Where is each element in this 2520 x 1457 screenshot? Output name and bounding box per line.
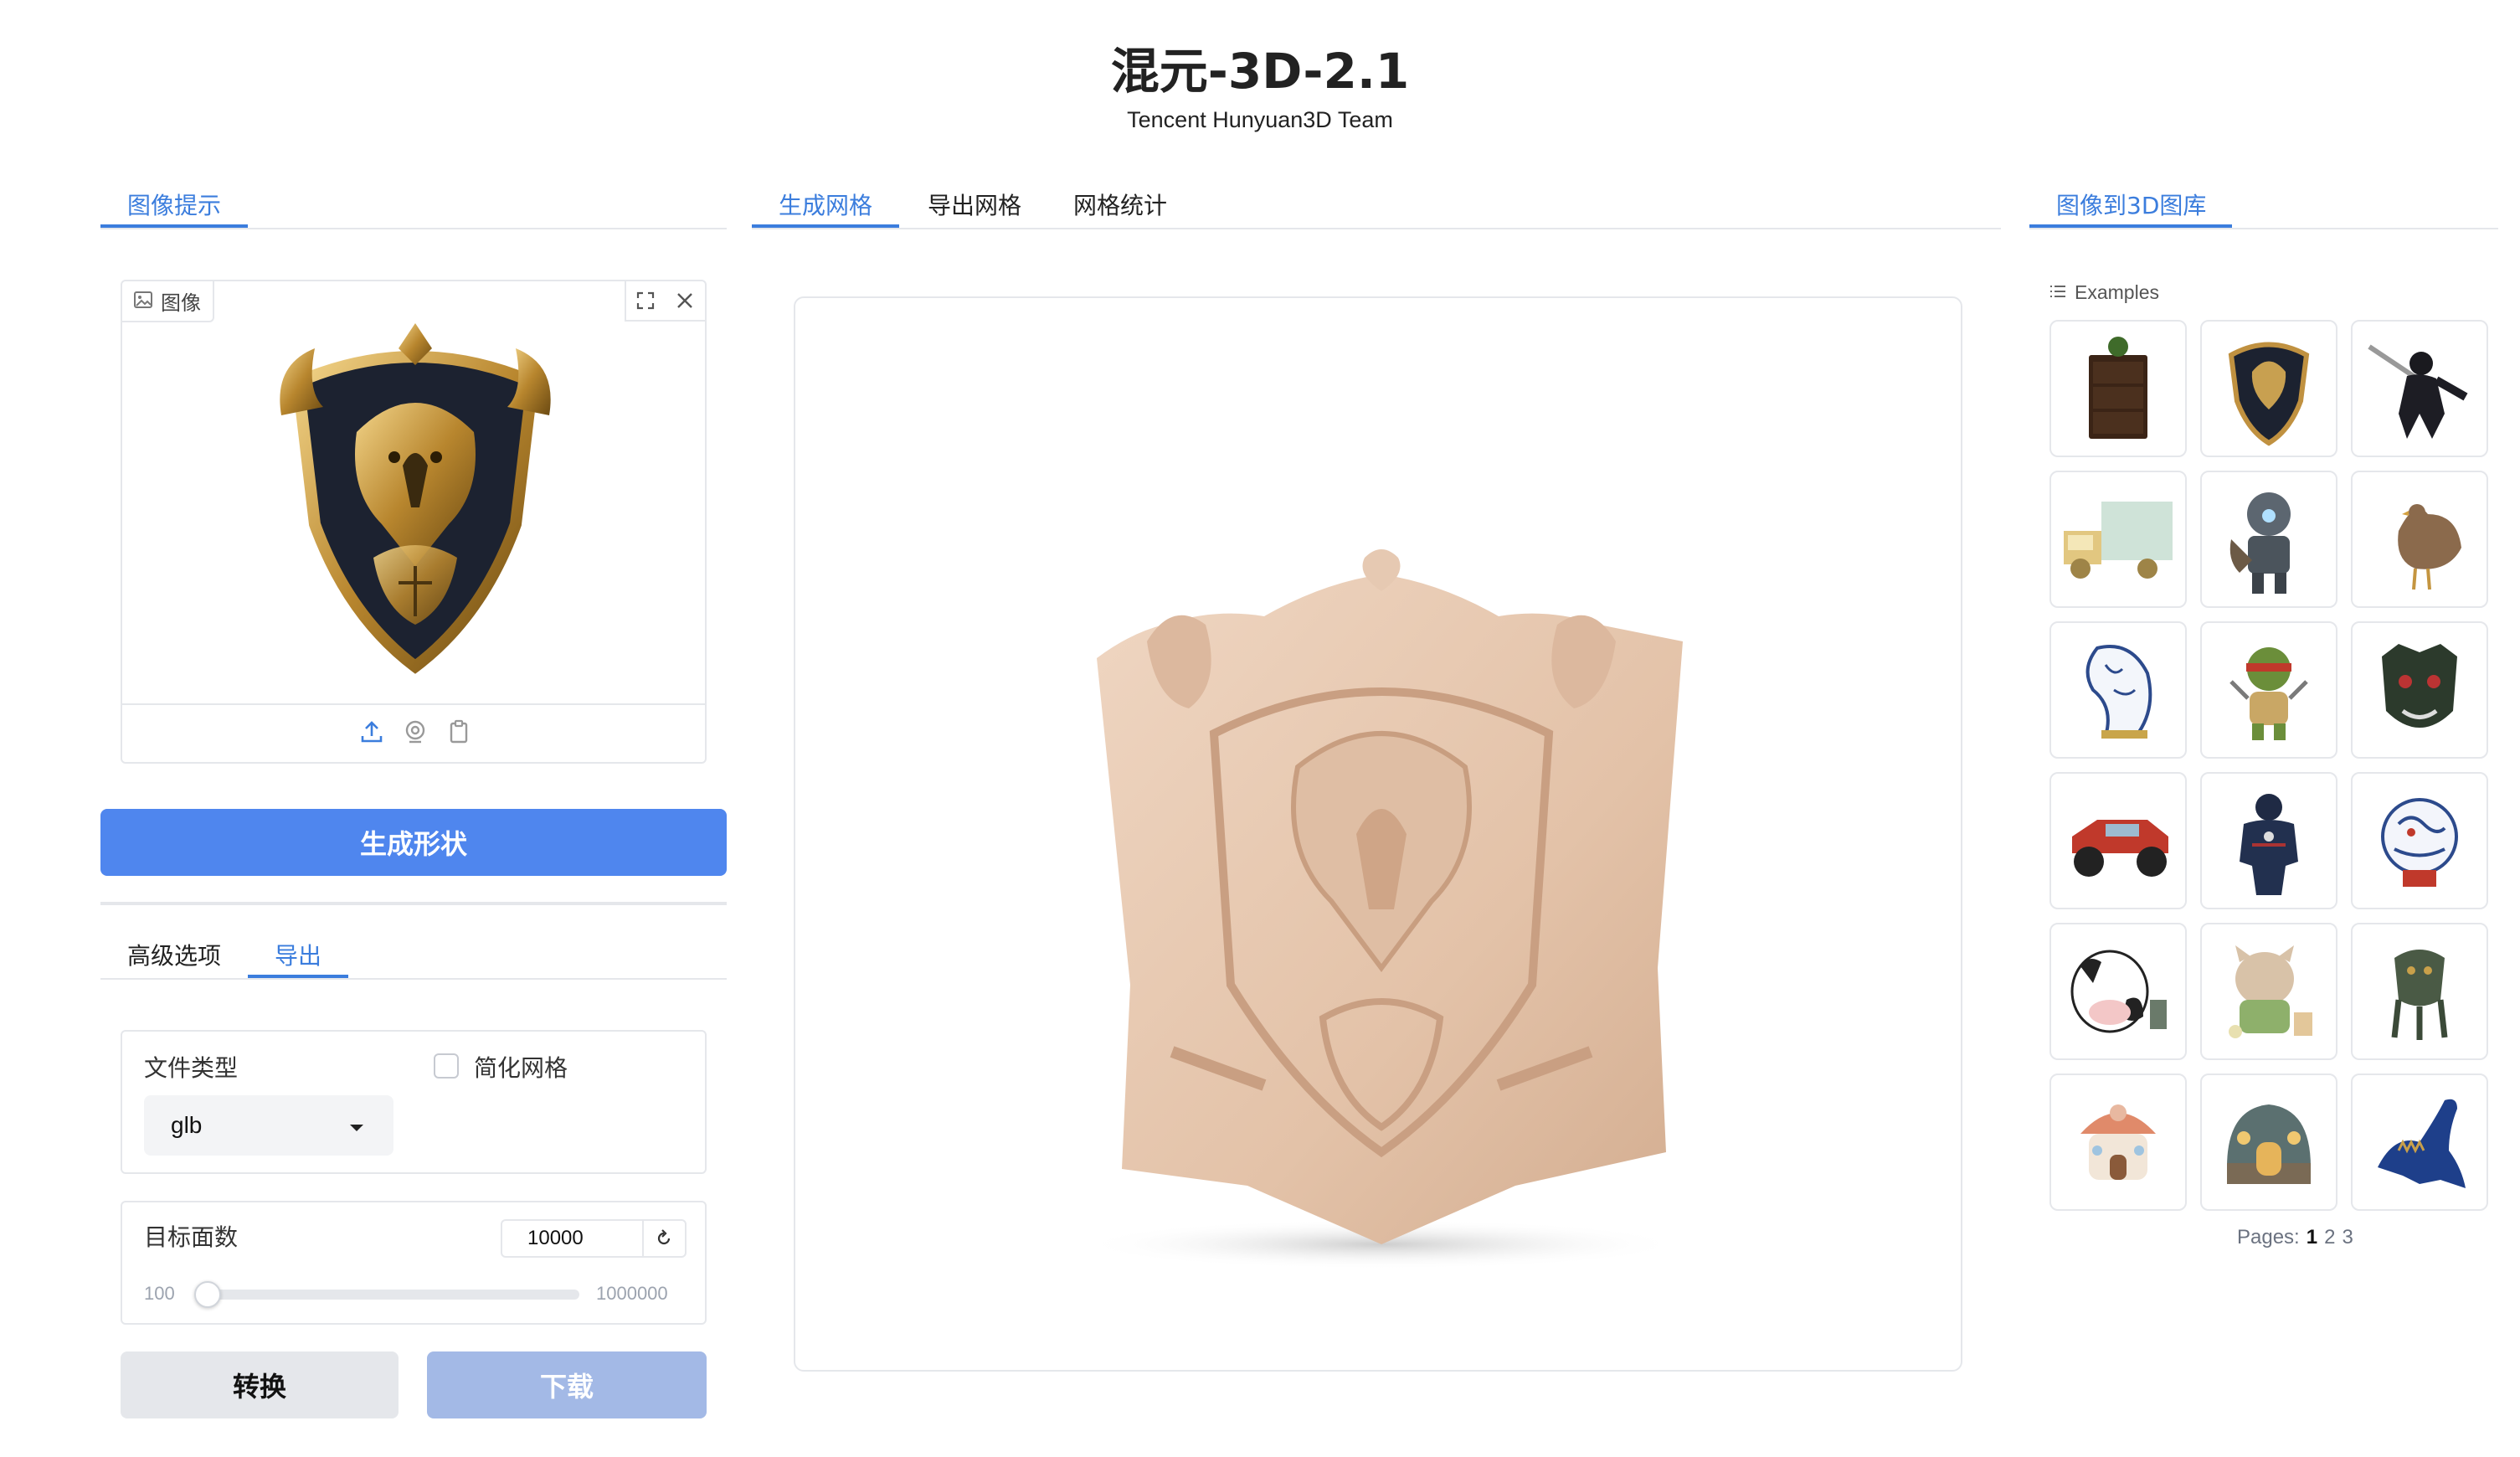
clipboard-icon[interactable] <box>442 715 476 749</box>
gallery-item-armored-robot[interactable] <box>2200 471 2337 608</box>
image-upload-box[interactable]: 图像 <box>121 280 707 764</box>
fullscreen-icon[interactable] <box>625 281 665 322</box>
examples-header: Examples <box>2049 281 2159 304</box>
model-viewer[interactable] <box>794 296 1962 1372</box>
gallery-item-ninja-turtle[interactable] <box>2200 621 2337 759</box>
slider-thumb[interactable] <box>194 1281 221 1308</box>
gallery-item-golden-truck[interactable] <box>2049 471 2187 608</box>
target-faces-input[interactable]: 10000 <box>501 1219 687 1258</box>
uploaded-image <box>265 315 566 675</box>
examples-label: Examples <box>2075 281 2159 303</box>
tab-generated-mesh[interactable]: 生成网格 <box>779 188 872 221</box>
list-icon <box>2049 281 2066 304</box>
tab-image-prompt[interactable]: 图像提示 <box>127 188 221 221</box>
gallery-item-porcelain-horse-head[interactable] <box>2049 621 2187 759</box>
simplify-mesh-label: 简化网格 <box>474 1054 568 1082</box>
webcam-icon[interactable] <box>399 715 432 749</box>
gallery-item-bronze-ding[interactable] <box>2351 923 2488 1060</box>
gallery-item-demon-mask[interactable] <box>2351 621 2488 759</box>
upload-icon[interactable] <box>355 715 388 749</box>
section-divider <box>100 902 727 905</box>
target-faces-box: 目标面数 10000 100 1000000 <box>121 1201 707 1325</box>
page-1-link[interactable]: 1 <box>2307 1226 2317 1249</box>
app-subtitle: Tencent Hunyuan3D Team <box>1127 107 1393 132</box>
gallery-item-cartoon-cow[interactable] <box>2049 923 2187 1060</box>
gallery-item-hen[interactable] <box>2351 471 2488 608</box>
file-type-select[interactable]: glb <box>144 1095 393 1156</box>
page-3-link[interactable]: 3 <box>2342 1226 2353 1249</box>
tab-gallery[interactable]: 图像到3D图库 <box>2056 188 2206 221</box>
upload-toolbar-divider <box>122 703 705 705</box>
gallery-item-red-monster-truck[interactable] <box>2049 772 2187 909</box>
gallery-item-dresser[interactable] <box>2049 320 2187 457</box>
tab-underline <box>248 975 348 978</box>
3d-model-render <box>1047 549 1716 1286</box>
tab-export[interactable]: 导出 <box>275 938 321 971</box>
gallery-item-eagle-shield[interactable] <box>2200 320 2337 457</box>
simplify-mesh-checkbox[interactable] <box>434 1053 459 1079</box>
file-type-box: 文件类型 glb 简化网格 <box>121 1030 707 1174</box>
target-faces-slider[interactable] <box>198 1290 579 1300</box>
gallery-item-blue-dinosaur[interactable] <box>2351 1073 2488 1211</box>
tab-advanced-options[interactable]: 高级选项 <box>127 938 221 971</box>
reset-icon[interactable] <box>641 1221 685 1256</box>
gallery-item-mushroom-house[interactable] <box>2049 1073 2187 1211</box>
target-faces-value: 10000 <box>527 1227 584 1249</box>
options-tabbar <box>100 976 727 980</box>
image-label: 图像 <box>161 291 201 315</box>
slider-min-label: 100 <box>144 1283 175 1304</box>
chevron-down-icon <box>348 1112 365 1139</box>
tab-underline <box>2029 224 2232 228</box>
tab-mesh-stats[interactable]: 网格统计 <box>1073 188 1167 221</box>
page-2-link[interactable]: 2 <box>2324 1226 2335 1249</box>
gallery-item-porcelain-dragon[interactable] <box>2351 772 2488 909</box>
file-type-label: 文件类型 <box>144 1054 239 1082</box>
convert-button[interactable]: 转换 <box>121 1351 399 1418</box>
pages-label: Pages: <box>2237 1226 2300 1248</box>
tab-underline <box>752 224 899 228</box>
gallery-grid <box>2049 320 2488 1211</box>
target-faces-label: 目标面数 <box>144 1223 239 1251</box>
gallery-item-fairy-house[interactable] <box>2200 1073 2337 1211</box>
gallery-item-armored-hero[interactable] <box>2200 772 2337 909</box>
gallery-item-ninja-warrior[interactable] <box>2351 320 2488 457</box>
image-icon <box>134 290 152 313</box>
download-button[interactable]: 下载 <box>427 1351 707 1418</box>
generate-shape-button[interactable]: 生成形状 <box>100 809 727 876</box>
center-tabbar <box>752 226 2001 229</box>
pagination: Pages: 1 2 3 <box>2237 1226 2353 1249</box>
tab-export-mesh[interactable]: 导出网格 <box>928 188 1021 221</box>
gallery-item-cartoon-horse[interactable] <box>2200 923 2337 1060</box>
slider-max-label: 1000000 <box>596 1283 668 1304</box>
image-label-chip: 图像 <box>122 281 214 322</box>
close-icon[interactable] <box>665 281 705 322</box>
file-type-value: glb <box>171 1112 203 1138</box>
app-title: 混元-3D-2.1 <box>1110 43 1410 100</box>
tab-underline <box>100 224 248 228</box>
